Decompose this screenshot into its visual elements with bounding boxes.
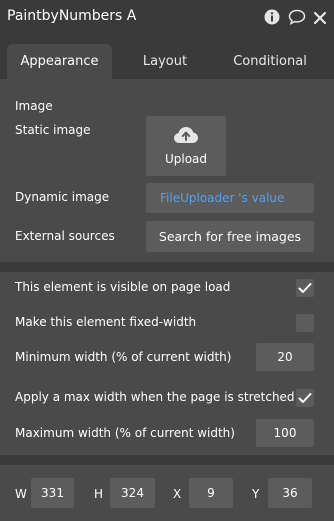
visible-on-load-label: This element is visible on page load [15, 280, 231, 294]
title-bar: PaintbyNumbers A [0, 0, 334, 36]
upload-label: Upload [164, 152, 208, 166]
external-sources-label: External sources [15, 229, 115, 243]
tab-appearance[interactable]: Appearance [7, 44, 112, 79]
tab-conditional[interactable]: Conditional [220, 44, 320, 79]
min-width-input[interactable]: 20 [256, 343, 314, 371]
element-title[interactable]: PaintbyNumbers A [7, 8, 136, 24]
dynamic-image-field[interactable]: FileUploader 's value [146, 183, 314, 213]
comment-icon[interactable] [288, 9, 306, 29]
visible-on-load-checkbox[interactable] [296, 279, 314, 297]
upload-button[interactable]: Upload [146, 116, 226, 176]
close-icon[interactable] [313, 10, 327, 29]
y-input[interactable]: 36 [268, 478, 312, 508]
cloud-upload-icon [173, 126, 199, 148]
section-divider [0, 455, 334, 465]
checkmark-icon [298, 283, 312, 293]
height-label: H [94, 487, 104, 501]
search-free-images-button[interactable]: Search for free images [146, 221, 314, 252]
height-input[interactable]: 324 [110, 478, 155, 508]
checkmark-icon [298, 393, 312, 403]
tab-layout[interactable]: Layout [115, 44, 215, 79]
x-label: X [173, 487, 182, 501]
tab-bar: Appearance Layout Conditional [0, 36, 334, 79]
max-width-label: Maximum width (% of current width) [15, 426, 235, 440]
fixed-width-label: Make this element fixed-width [15, 315, 197, 329]
width-input[interactable]: 331 [31, 478, 74, 508]
info-icon[interactable] [264, 9, 280, 29]
width-label: W [15, 487, 27, 501]
min-width-label: Minimum width (% of current width) [15, 350, 232, 364]
image-heading: Image [15, 99, 53, 113]
x-input[interactable]: 9 [189, 478, 233, 508]
max-width-checkbox[interactable] [296, 389, 314, 407]
static-image-label: Static image [15, 123, 91, 137]
dynamic-image-label: Dynamic image [15, 190, 110, 204]
max-width-input[interactable]: 100 [256, 419, 314, 447]
fixed-width-checkbox[interactable] [296, 314, 314, 332]
section-divider [0, 262, 334, 272]
y-label: Y [252, 487, 260, 501]
max-width-toggle-label: Apply a max width when the page is stret… [15, 390, 295, 404]
